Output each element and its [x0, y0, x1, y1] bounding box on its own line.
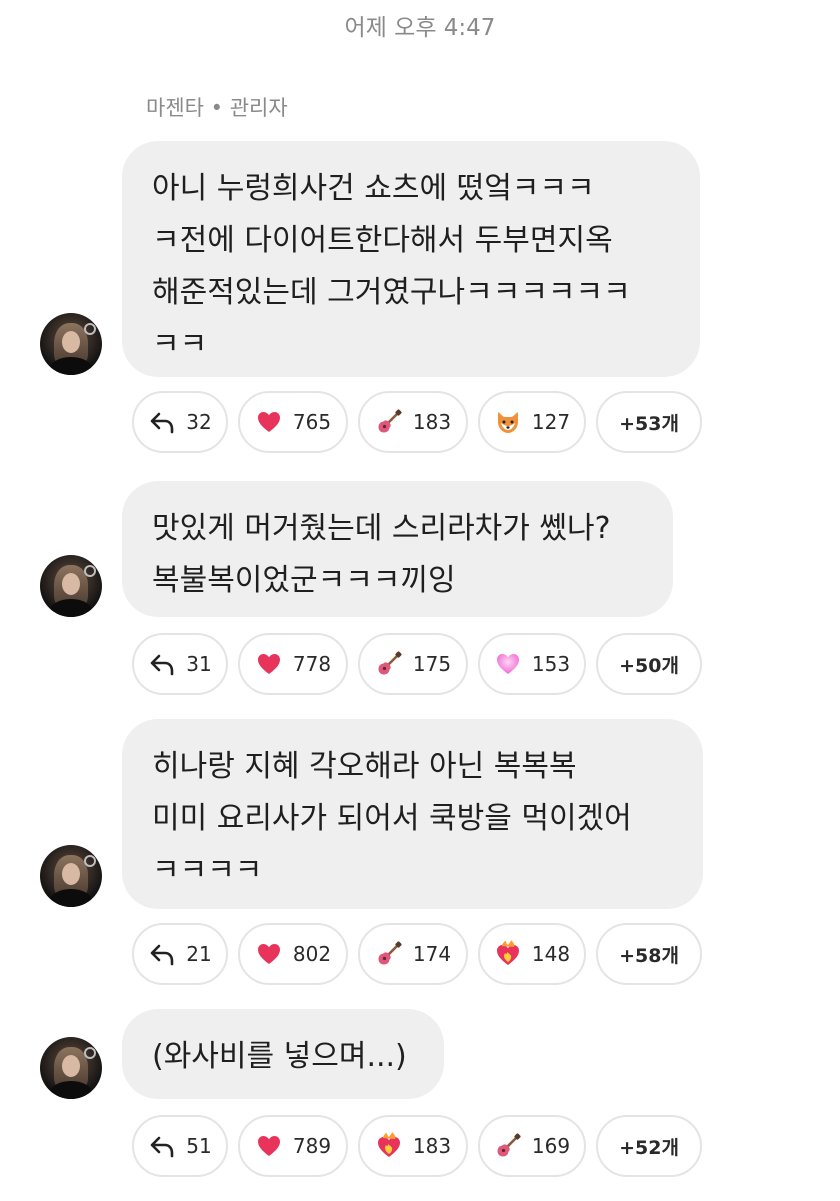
more-reactions-button[interactable]: +58개 — [596, 923, 702, 985]
reply-arrow-icon — [148, 1132, 176, 1160]
reaction-count: 174 — [412, 942, 452, 966]
reaction-count: 765 — [292, 410, 332, 434]
reply-count: 21 — [186, 942, 212, 966]
guitar-icon — [375, 408, 403, 436]
reaction-pill[interactable]: 174 — [358, 923, 468, 985]
heart-on-fire-icon — [494, 940, 522, 968]
reply-count: 32 — [186, 410, 212, 434]
reaction-bar: 31 778 175 153 +50개 — [132, 633, 702, 695]
more-reactions-label: +53개 — [619, 412, 679, 435]
reaction-pill[interactable]: 778 — [238, 633, 348, 695]
reaction-pill[interactable]: 183 — [358, 391, 468, 453]
more-reactions-label: +50개 — [619, 654, 679, 677]
message-bubble[interactable]: 아니 누렁희사건 쇼츠에 떴엌ㅋㅋㅋ ㅋ전에 다이어트한다해서 두부면지옥 해준… — [122, 141, 700, 377]
reaction-pill[interactable]: 153 — [478, 633, 586, 695]
reaction-pill[interactable]: 175 — [358, 633, 468, 695]
reply-arrow-icon — [148, 650, 176, 678]
reaction-count: 153 — [531, 652, 571, 676]
reaction-count: 789 — [292, 1134, 332, 1158]
heart-on-fire-icon — [375, 1132, 403, 1160]
reaction-count: 802 — [292, 942, 332, 966]
message-bubble[interactable]: 맛있게 머거줬는데 스리라차가 쎘나? 복불복이었군ㅋㅋㅋ끼잉 — [122, 481, 673, 617]
reaction-pill[interactable]: 802 — [238, 923, 348, 985]
sender-label: 마젠타 • 관리자 — [146, 96, 288, 120]
guitar-icon — [375, 650, 403, 678]
fox-face-icon — [494, 408, 522, 436]
reply-button[interactable]: 31 — [132, 633, 228, 695]
more-reactions-button[interactable]: +53개 — [596, 391, 702, 453]
reaction-count: 127 — [531, 410, 571, 434]
reply-count: 51 — [186, 1134, 212, 1158]
pink-heart-icon — [494, 650, 522, 678]
reaction-pill[interactable]: 765 — [238, 391, 348, 453]
reply-button[interactable]: 32 — [132, 391, 228, 453]
reaction-count: 169 — [531, 1134, 571, 1158]
reaction-bar: 51 789 183 169 +52개 — [132, 1115, 702, 1177]
chat-timestamp: 어제 오후 4:47 — [344, 15, 496, 41]
more-reactions-button[interactable]: +50개 — [596, 633, 702, 695]
reply-count: 31 — [186, 652, 212, 676]
reply-arrow-icon — [148, 408, 176, 436]
red-heart-icon — [255, 1132, 283, 1160]
more-reactions-button[interactable]: +52개 — [596, 1115, 702, 1177]
avatar[interactable] — [40, 555, 102, 617]
reaction-count: 148 — [531, 942, 571, 966]
reaction-count: 183 — [412, 1134, 452, 1158]
reaction-bar: 32 765 183 127 +53개 — [132, 391, 702, 453]
message-bubble[interactable]: 히나랑 지혜 각오해라 아닌 복복복 미미 요리사가 되어서 쿡방을 먹이겠어 … — [122, 719, 703, 909]
avatar[interactable] — [40, 1037, 102, 1099]
reaction-count: 183 — [412, 410, 452, 434]
reaction-pill[interactable]: 148 — [478, 923, 586, 985]
reaction-count: 778 — [292, 652, 332, 676]
guitar-icon — [375, 940, 403, 968]
reply-arrow-icon — [148, 940, 176, 968]
reaction-pill[interactable]: 127 — [478, 391, 586, 453]
avatar[interactable] — [40, 845, 102, 907]
reaction-pill[interactable]: 789 — [238, 1115, 348, 1177]
reaction-bar: 21 802 174 148 +58개 — [132, 923, 702, 985]
reaction-pill[interactable]: 169 — [478, 1115, 586, 1177]
more-reactions-label: +58개 — [619, 944, 679, 967]
avatar[interactable] — [40, 313, 102, 375]
more-reactions-label: +52개 — [619, 1136, 679, 1159]
reaction-count: 175 — [412, 652, 452, 676]
reply-button[interactable]: 51 — [132, 1115, 228, 1177]
red-heart-icon — [255, 940, 283, 968]
red-heart-icon — [255, 650, 283, 678]
message-bubble[interactable]: (와사비를 넣으며...) — [122, 1009, 444, 1099]
reply-button[interactable]: 21 — [132, 923, 228, 985]
red-heart-icon — [255, 408, 283, 436]
reaction-pill[interactable]: 183 — [358, 1115, 468, 1177]
guitar-icon — [494, 1132, 522, 1160]
